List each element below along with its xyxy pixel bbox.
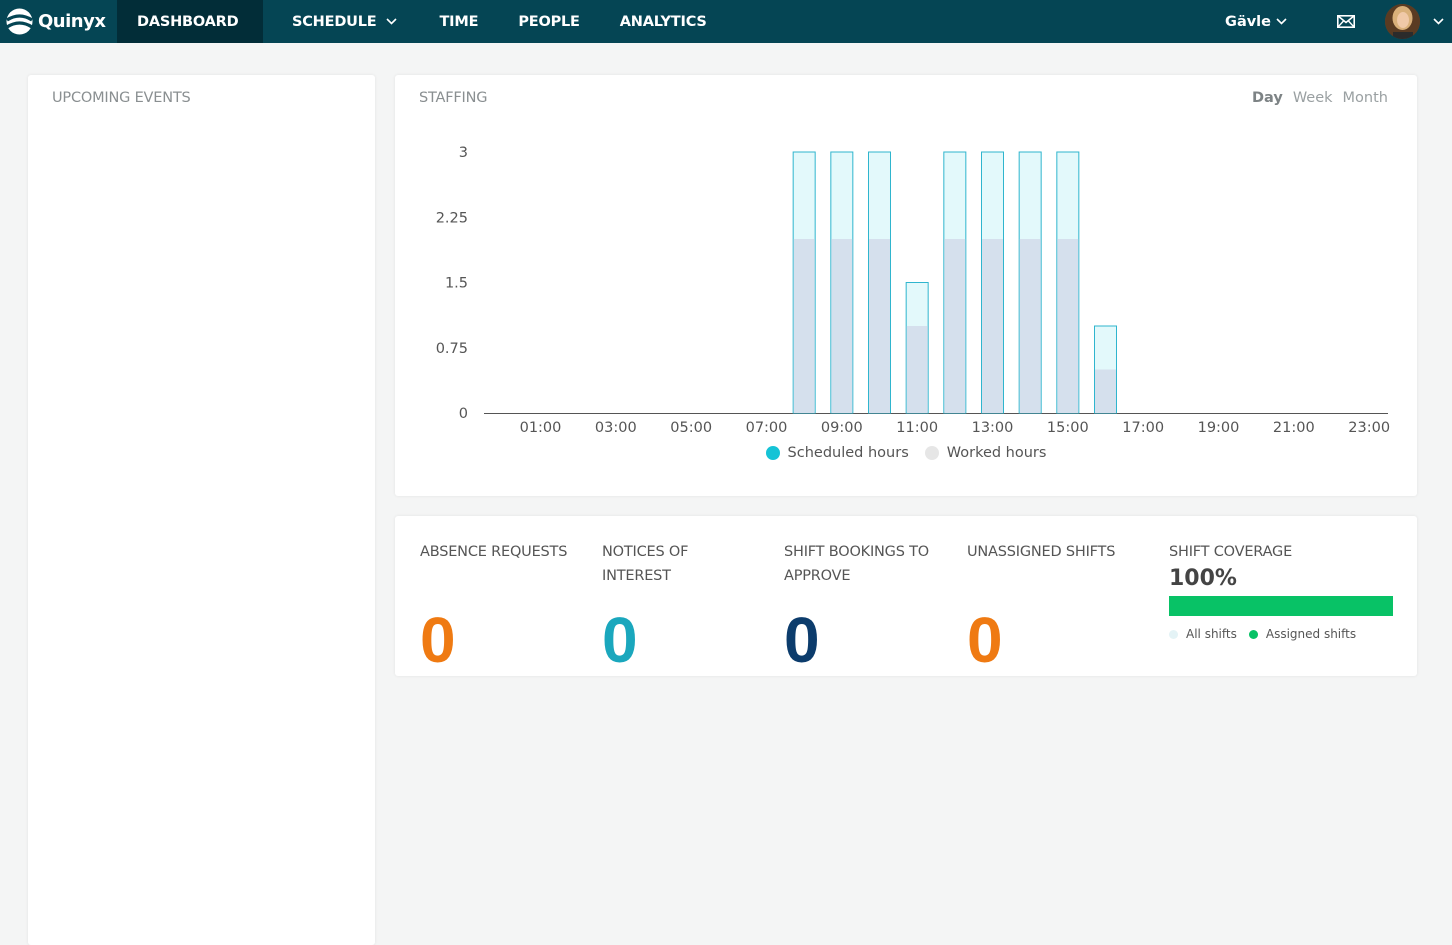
shift-bookings-metric[interactable]: SHIFT BOOKINGS TO APPROVE 0 xyxy=(784,540,954,676)
metric-label: UNASSIGNED SHIFTS xyxy=(967,544,1116,560)
worked-bar xyxy=(1019,239,1041,413)
shift-coverage-bar xyxy=(1169,596,1393,616)
coverage-legend: All shifts Assigned shifts xyxy=(1169,627,1356,641)
upcoming-events-title: UPCOMING EVENTS xyxy=(52,90,191,106)
legend-assigned-shifts-dot xyxy=(1248,629,1258,639)
metric-label: SHIFT BOOKINGS TO APPROVE xyxy=(784,544,930,584)
worked-bar xyxy=(869,239,890,413)
staffing-card: STAFFING Day Week Month 0 0.75 1.5 2.25 3 01:… xyxy=(395,75,1417,496)
x-tick-label: 09:00 xyxy=(821,420,863,436)
nav-dashboard[interactable]: DASHBOARD xyxy=(117,0,263,43)
nav-schedule-label: SCHEDULE xyxy=(292,13,377,30)
metric-value: 0 xyxy=(602,604,638,676)
location-label: Gävle xyxy=(1225,13,1271,30)
legend-scheduled[interactable]: Scheduled hours xyxy=(765,445,909,461)
shift-coverage-percent: 100% xyxy=(1169,566,1237,591)
shift-coverage-fill xyxy=(1169,596,1393,616)
y-tick-label: 3 xyxy=(459,145,468,161)
y-tick-label: 1.5 xyxy=(445,276,468,292)
x-tick-label: 03:00 xyxy=(595,420,637,436)
chart-legend: Scheduled hours Worked hours xyxy=(395,445,1417,461)
y-tick-label: 2.25 xyxy=(436,210,468,226)
x-tick-label: 11:00 xyxy=(896,420,938,436)
nav-people-label: PEOPLE xyxy=(518,13,580,30)
x-tick-label: 19:00 xyxy=(1198,420,1240,436)
chevron-down-icon xyxy=(386,18,398,25)
top-nav: Quinyx DASHBOARD SCHEDULE TIME PEOPLE AN… xyxy=(0,0,1452,43)
nav-people[interactable]: PEOPLE xyxy=(518,0,580,43)
brand-name: Quinyx xyxy=(38,11,106,32)
nav-schedule[interactable]: SCHEDULE xyxy=(292,0,398,43)
staffing-chart: 0 0.75 1.5 2.25 3 01:00 03:00 05:00 07:00 09:00 11… xyxy=(436,145,1390,436)
x-tick-label: 07:00 xyxy=(746,420,788,436)
legend-scheduled-label: Scheduled hours xyxy=(787,445,909,461)
location-selector[interactable]: Gävle xyxy=(1225,14,1287,30)
worked-bar xyxy=(944,239,966,413)
quinyx-logo-icon xyxy=(6,8,33,35)
x-tick-label: 13:00 xyxy=(972,420,1014,436)
legend-worked-dot xyxy=(924,446,939,460)
nav-time[interactable]: TIME xyxy=(439,0,478,43)
avatar-image xyxy=(1385,4,1420,39)
worked-bar xyxy=(1057,239,1079,413)
x-tick-label: 21:00 xyxy=(1273,420,1315,436)
legend-assigned-shifts-label: Assigned shifts xyxy=(1265,627,1357,641)
mail-icon[interactable] xyxy=(1337,15,1355,28)
worked-bar xyxy=(1095,369,1116,413)
notices-of-interest-metric[interactable]: NOTICES OF INTEREST 0 xyxy=(602,540,742,676)
worked-bar xyxy=(982,239,1003,413)
unassigned-shifts-metric[interactable]: UNASSIGNED SHIFTS 0 xyxy=(967,540,1147,676)
x-tick-label: 15:00 xyxy=(1047,420,1089,436)
legend-all-shifts-label: All shifts xyxy=(1186,627,1237,641)
metric-label: NOTICES OF INTEREST xyxy=(602,544,689,584)
legend-all-shifts-dot xyxy=(1169,629,1178,639)
nav-time-label: TIME xyxy=(439,13,479,30)
legend-worked-label: Worked hours xyxy=(946,445,1047,461)
chevron-down-icon[interactable] xyxy=(1433,18,1444,25)
chevron-down-icon xyxy=(1276,18,1287,25)
x-tick-label: 05:00 xyxy=(670,420,712,436)
quinyx-logo[interactable]: Quinyx xyxy=(0,0,117,43)
nav-dashboard-label: DASHBOARD xyxy=(137,13,239,30)
metrics-card: ABSENCE REQUESTS 0 NOTICES OF INTEREST 0… xyxy=(395,516,1417,676)
y-tick-label: 0 xyxy=(459,406,468,422)
worked-bar xyxy=(831,239,853,413)
shift-coverage-title: SHIFT COVERAGE xyxy=(1169,544,1293,560)
x-tick-label: 01:00 xyxy=(520,420,562,436)
user-avatar[interactable] xyxy=(1385,4,1420,39)
worked-bar xyxy=(906,326,928,413)
legend-worked[interactable]: Worked hours xyxy=(924,445,1047,461)
legend-scheduled-dot xyxy=(765,446,780,460)
absence-requests-metric[interactable]: ABSENCE REQUESTS 0 xyxy=(420,540,600,676)
nav-right-tools: Gävle xyxy=(1225,0,1452,43)
nav-analytics[interactable]: ANALYTICS xyxy=(620,0,707,43)
worked-bar xyxy=(793,239,815,413)
metric-value: 0 xyxy=(420,604,456,676)
x-tick-label: 17:00 xyxy=(1122,420,1164,436)
metric-value: 0 xyxy=(967,604,1003,676)
upcoming-events-card: UPCOMING EVENTS xyxy=(28,75,375,945)
x-tick-label: 23:00 xyxy=(1348,420,1390,436)
metric-label: ABSENCE REQUESTS xyxy=(420,544,568,560)
metric-value: 0 xyxy=(784,604,820,676)
nav-analytics-label: ANALYTICS xyxy=(619,13,707,30)
y-tick-label: 0.75 xyxy=(436,341,468,357)
